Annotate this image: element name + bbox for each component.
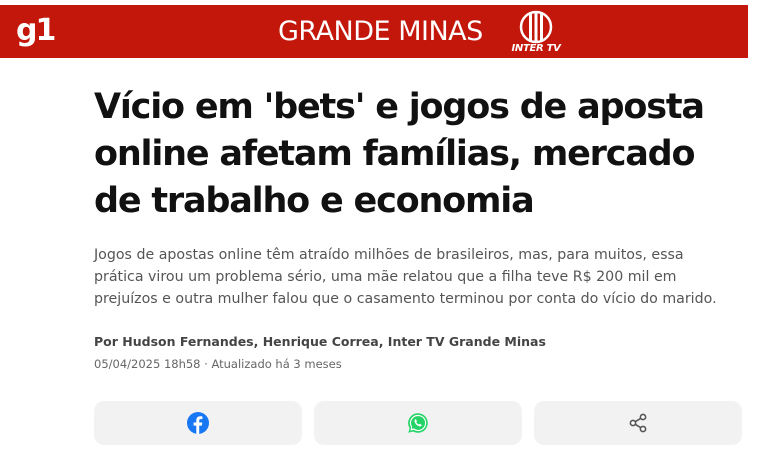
article-summary: Jogos de apostas online têm atraído milh… [94, 247, 717, 307]
share-generic-button[interactable] [534, 401, 742, 445]
article-headline: Vício em 'bets' e jogos de aposta online… [94, 87, 705, 221]
facebook-icon [187, 412, 209, 434]
intertv-logo-text: INTER TV [511, 43, 561, 54]
share-bar [94, 401, 742, 445]
section-title[interactable]: GRANDE MINAS [278, 17, 483, 47]
share-whatsapp-button[interactable] [314, 401, 522, 445]
share-facebook-button[interactable] [94, 401, 302, 445]
intertv-logo: INTER TV [511, 10, 561, 56]
site-header: g1 GRANDE MINAS INTER TV [0, 5, 748, 58]
g1-logo[interactable]: g1 [16, 14, 56, 48]
share-icon [629, 413, 647, 433]
whatsapp-icon [408, 413, 428, 433]
article-dateline: 05/04/2025 18h58 · Atualizado há 3 meses [94, 357, 342, 371]
article-byline: Por Hudson Fernandes, Henrique Correa, I… [94, 334, 546, 349]
intertv-emblem-icon [519, 10, 553, 44]
article-page: g1 GRANDE MINAS INTER TV Vício em 'bets'… [0, 0, 758, 474]
